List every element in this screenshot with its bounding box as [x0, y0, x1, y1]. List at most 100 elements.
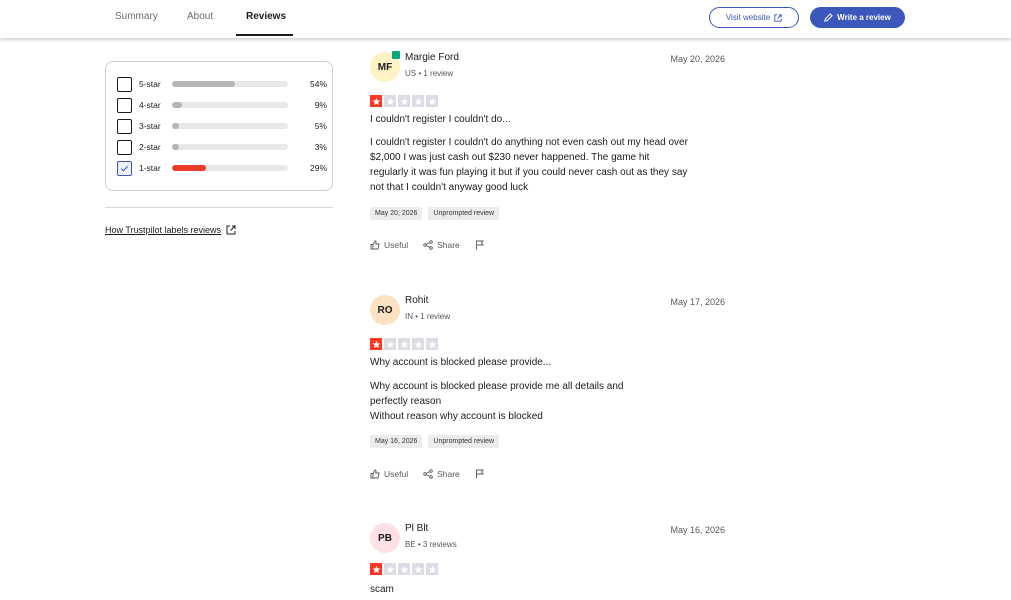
star-filter-panel: 5-star 54% 4-star 9% 3-star 5% 2-star 3%… — [105, 61, 333, 191]
unprompted-chip[interactable]: Unprompted review — [428, 207, 500, 220]
filter-row-5-star[interactable]: 5-star 54% — [117, 76, 327, 92]
unprompted-chip[interactable]: Unprompted review — [428, 435, 500, 448]
filter-row-1-star[interactable]: 1-star 29% — [117, 160, 327, 176]
filter-percent: 9% — [314, 100, 327, 110]
reviewer-meta: BE • 3 reviews — [405, 540, 457, 549]
share-label: Share — [437, 469, 460, 479]
filter-bar-fill — [172, 144, 179, 150]
reviewer-name[interactable]: Rohit — [405, 295, 428, 306]
verified-badge-icon — [392, 51, 400, 59]
filter-checkbox[interactable] — [117, 139, 132, 155]
star-empty-icon — [398, 95, 410, 107]
star-empty-icon — [398, 338, 410, 350]
review-body: Why account is blocked please provide me… — [370, 381, 624, 422]
review-card: MF Margie Ford US • 1 review May 20, 202… — [370, 51, 725, 262]
review-date: May 16, 2026 — [670, 525, 725, 535]
active-tab-indicator — [236, 34, 293, 36]
pencil-icon — [824, 13, 833, 22]
filter-row-4-star[interactable]: 4-star 9% — [117, 97, 327, 113]
star-filled-icon — [370, 95, 382, 107]
reviewer-meta: US • 1 review — [405, 69, 454, 78]
review-actions: Useful Share — [370, 469, 500, 479]
reviewer-meta: IN • 1 review — [405, 312, 451, 321]
filter-percent: 54% — [309, 79, 327, 89]
star-empty-icon — [426, 563, 438, 575]
reviewer-name[interactable]: Pl Blt — [405, 523, 428, 534]
filter-bar — [172, 102, 288, 108]
star-empty-icon — [412, 563, 424, 575]
review-chips: May 20, 2026 Unprompted review — [370, 207, 500, 220]
review-chips: May 16, 2026 Unprompted review — [370, 435, 500, 448]
visit-website-button[interactable]: Visit website — [709, 7, 799, 28]
tab-about[interactable]: About — [187, 11, 213, 22]
flag-icon — [475, 469, 484, 479]
review-date: May 17, 2026 — [670, 297, 725, 307]
share-label: Share — [437, 240, 460, 250]
external-link-icon — [226, 225, 236, 235]
thumbs-up-icon — [370, 469, 380, 479]
avatar: PB — [370, 523, 400, 553]
filter-checkbox[interactable] — [117, 76, 132, 92]
star-empty-icon — [384, 338, 396, 350]
external-link-icon — [774, 13, 782, 22]
review-card: RO Rohit IN • 1 review May 17, 2026 Why … — [370, 295, 725, 495]
filter-bar-fill — [172, 102, 183, 108]
filter-row-3-star[interactable]: 3-star 5% — [117, 118, 327, 134]
visit-website-label: Visit website — [725, 13, 771, 22]
review-date: May 20, 2026 — [670, 54, 725, 64]
filter-percent: 5% — [314, 121, 327, 131]
share-icon — [423, 469, 433, 479]
review-actions: Useful Share — [370, 240, 500, 250]
how-link-label: How Trustpilot labels reviews — [105, 225, 222, 235]
filter-checkbox[interactable] — [117, 118, 132, 134]
filter-bar — [172, 81, 288, 87]
write-review-label: Write a review — [837, 13, 891, 22]
flag-button[interactable] — [475, 469, 485, 479]
checkmark-icon — [120, 165, 129, 172]
filter-label: 1-star — [139, 163, 161, 173]
filter-bar-fill — [172, 123, 179, 129]
filter-label: 3-star — [139, 121, 161, 131]
flag-icon — [475, 240, 484, 250]
review-body: I couldn't register I couldn't do anythi… — [370, 137, 688, 193]
review-card: PB Pl Blt BE • 3 reviews May 16, 2026 sc… — [370, 523, 725, 600]
flag-button[interactable] — [475, 240, 485, 250]
useful-button[interactable]: Useful — [370, 240, 408, 250]
tab-summary[interactable]: Summary — [115, 11, 158, 22]
star-empty-icon — [384, 563, 396, 575]
how-trustpilot-labels-link[interactable]: How Trustpilot labels reviews — [105, 225, 236, 235]
useful-label: Useful — [384, 469, 409, 479]
filter-bar-fill — [172, 165, 206, 171]
avatar: RO — [370, 295, 400, 325]
filter-bar — [172, 144, 288, 150]
useful-button[interactable]: Useful — [370, 469, 408, 479]
filter-checkbox[interactable] — [117, 97, 132, 113]
filter-bar — [172, 123, 288, 129]
filter-percent: 29% — [309, 163, 327, 173]
reviewer-name[interactable]: Margie Ford — [405, 52, 459, 63]
star-empty-icon — [426, 95, 438, 107]
star-rating — [370, 563, 438, 575]
write-review-button[interactable]: Write a review — [810, 7, 905, 28]
share-button[interactable]: Share — [423, 469, 460, 479]
star-empty-icon — [412, 338, 424, 350]
tab-reviews[interactable]: Reviews — [246, 11, 286, 22]
review-title[interactable]: Why account is blocked please provide... — [370, 357, 551, 368]
star-empty-icon — [384, 95, 396, 107]
filter-checkbox-checked[interactable] — [117, 160, 132, 176]
experience-date-chip: May 20, 2026 — [370, 207, 423, 220]
useful-label: Useful — [384, 240, 409, 250]
filter-row-2-star[interactable]: 2-star 3% — [117, 139, 327, 155]
review-title[interactable]: I couldn't register I couldn't do... — [370, 114, 511, 125]
star-empty-icon — [398, 563, 410, 575]
filter-label: 2-star — [139, 142, 161, 152]
filter-bar — [172, 165, 288, 171]
share-button[interactable]: Share — [423, 240, 460, 250]
star-rating — [370, 95, 438, 107]
star-rating — [370, 338, 438, 350]
share-icon — [423, 240, 433, 250]
filter-label: 5-star — [139, 79, 161, 89]
review-title[interactable]: scam — [370, 584, 394, 595]
sidebar-divider — [105, 207, 333, 208]
experience-date-chip: May 16, 2026 — [370, 435, 423, 448]
